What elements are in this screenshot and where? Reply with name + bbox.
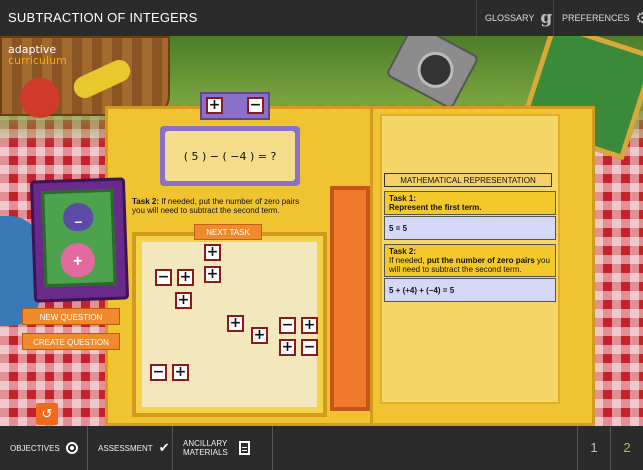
brand-line2: curriculum xyxy=(8,54,67,67)
banana-decoration xyxy=(70,56,134,102)
target-icon xyxy=(65,442,78,454)
tile-plus[interactable]: + xyxy=(204,244,221,261)
pair-minus-tile[interactable]: − xyxy=(247,97,264,114)
task2-desc-bold: put the number of zero pairs xyxy=(426,256,535,265)
picnic-scene: adaptive curriculum + − ( 5 ) − ( −4 ) =… xyxy=(0,36,643,426)
tile-plus[interactable]: + xyxy=(279,339,296,356)
task2-equation: 5 + (+4) + (−4) = 5 xyxy=(384,278,556,302)
task2-title: Task 2: xyxy=(389,247,416,256)
glossary-label: GLOSSARY xyxy=(485,13,535,23)
math-panel-header: MATHEMATICAL REPRESENTATION xyxy=(384,173,552,187)
page-1-button[interactable]: 1 xyxy=(577,426,610,470)
tile-plus[interactable]: + xyxy=(204,266,221,283)
math-representation-panel: MATHEMATICAL REPRESENTATION Task 1: Repr… xyxy=(384,173,556,302)
next-task-button[interactable]: NEXT TASK xyxy=(194,224,262,240)
glossary-icon: g xyxy=(540,8,553,28)
app-title: SUBTRACTION OF INTEGERS xyxy=(8,10,198,25)
preferences-label: PREFERENCES xyxy=(562,13,630,23)
tile-work-area[interactable]: + + − + + + + − + + − − + xyxy=(132,232,327,417)
tile-plus[interactable]: + xyxy=(177,269,194,286)
ancillary-label: ANCILLARY MATERIALS xyxy=(183,439,228,457)
tile-plus[interactable]: + xyxy=(301,317,318,334)
refresh-icon[interactable]: ↺ xyxy=(36,403,58,425)
ancillary-materials-button[interactable]: ANCILLARY MATERIALS xyxy=(173,426,273,470)
tile-minus[interactable]: − xyxy=(155,269,172,286)
check-icon: ✔ xyxy=(158,440,170,455)
tile-plus[interactable]: + xyxy=(251,327,268,344)
preferences-button[interactable]: PREFERENCES ⚙ xyxy=(553,0,643,36)
expression-board: ( 5 ) − ( −4 ) = ? xyxy=(160,126,300,186)
task1-title: Task 1: xyxy=(389,194,416,203)
document-icon xyxy=(239,441,250,455)
tile-work-area-inner[interactable]: + + − + + + + − + + − − + xyxy=(142,242,318,407)
positive-character-icon xyxy=(60,242,96,278)
assessment-label: ASSESSMENT xyxy=(98,443,153,453)
page-2-button[interactable]: 2 xyxy=(610,426,643,470)
task1-equation: 5 = 5 xyxy=(384,216,556,240)
new-question-button[interactable]: NEW QUESTION xyxy=(22,308,120,325)
create-question-button[interactable]: CREATE QUESTION xyxy=(22,333,120,350)
task2-heading: Task 2: If needed, put the number of zer… xyxy=(384,244,556,277)
zero-pair-source[interactable]: + − xyxy=(200,92,270,120)
algebra-tiles-card xyxy=(29,177,130,303)
pair-plus-tile[interactable]: + xyxy=(206,97,223,114)
task2-desc: If needed, put the number of zero pairs … xyxy=(389,256,551,274)
task1-desc: Represent the first term. xyxy=(389,203,482,212)
task2-desc-start: If needed, xyxy=(389,256,427,265)
tile-minus[interactable]: − xyxy=(150,364,167,381)
bottom-bar: OBJECTIVES ASSESSMENT ✔ ANCILLARY MATERI… xyxy=(0,426,643,470)
tile-minus[interactable]: − xyxy=(301,339,318,356)
top-bar: SUBTRACTION OF INTEGERS GLOSSARY g PREFE… xyxy=(0,0,643,36)
objectives-label: OBJECTIVES xyxy=(10,443,60,453)
tile-plus[interactable]: + xyxy=(227,315,244,332)
task2-instructions: Task 2: If needed, put the number of zer… xyxy=(132,197,312,215)
brand-logo: adaptive curriculum xyxy=(8,44,67,66)
gear-icon: ⚙ xyxy=(635,10,643,27)
tile-plus[interactable]: + xyxy=(175,292,192,309)
assessment-button[interactable]: ASSESSMENT ✔ xyxy=(88,426,173,470)
tile-minus[interactable]: − xyxy=(279,317,296,334)
negative-character-icon xyxy=(62,202,94,232)
objectives-button[interactable]: OBJECTIVES xyxy=(0,426,88,470)
apple-decoration xyxy=(20,78,60,118)
glossary-button[interactable]: GLOSSARY g xyxy=(476,0,553,36)
tile-plus[interactable]: + xyxy=(172,364,189,381)
expression-text: ( 5 ) − ( −4 ) = ? xyxy=(165,131,295,181)
tile-tray[interactable] xyxy=(330,186,370,411)
algebra-tiles-card-inner xyxy=(41,188,117,288)
task2-prefix: Task 2: xyxy=(132,197,159,206)
task1-heading: Task 1: Represent the first term. xyxy=(384,191,556,215)
